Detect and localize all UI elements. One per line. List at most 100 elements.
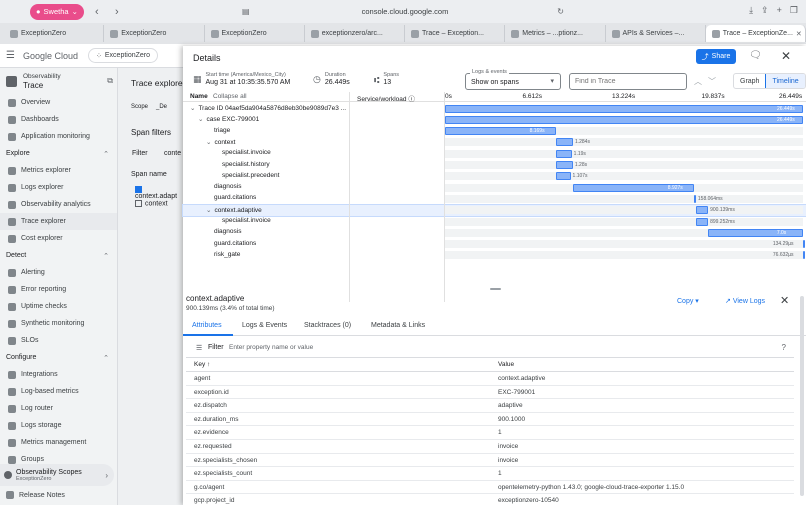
sidebar-item[interactable]: Cost explorer xyxy=(0,230,117,247)
browser-tab[interactable]: Trace – ExceptionZe... ✕ xyxy=(705,25,806,42)
span-bar[interactable] xyxy=(445,115,803,124)
bg-filter-value[interactable]: conte xyxy=(164,150,181,157)
span-row[interactable]: guard.citations 134.29µs xyxy=(183,239,806,250)
sidebar-item[interactable]: Logs explorer xyxy=(0,179,117,196)
share-button[interactable]: ⤴ Share xyxy=(696,49,736,64)
span-bar[interactable] xyxy=(555,172,571,181)
forward-button[interactable]: › xyxy=(110,6,124,18)
sidebar-item[interactable]: Observability analytics xyxy=(0,196,117,213)
timeline-view-button[interactable]: Timeline xyxy=(765,74,805,88)
table-row[interactable]: gcp.project_id exceptionzero-10540 xyxy=(186,494,794,505)
sidebar-item[interactable]: Logs storage xyxy=(0,417,117,434)
span-bar[interactable] xyxy=(695,217,709,226)
browser-tab[interactable]: exceptionzero/arc... xyxy=(305,25,405,42)
span-row[interactable]: diagnosis 8.927s xyxy=(183,182,806,193)
table-row[interactable]: ez.dispatch adaptive xyxy=(186,399,794,413)
span-bar[interactable] xyxy=(555,149,572,158)
address-bar[interactable]: ▤ console.cloud.google.com ↻ xyxy=(240,4,570,19)
span-bar[interactable] xyxy=(445,104,803,113)
column-divider[interactable] xyxy=(349,92,350,302)
bg-checkbox-checked[interactable]: context.adapt xyxy=(135,186,183,200)
table-row[interactable]: g.co/agent opentelemetry-python 1.43.0; g… xyxy=(186,481,794,495)
sidebar-item[interactable]: Metrics management xyxy=(0,434,117,451)
download-icon[interactable]: ⤓ xyxy=(749,5,753,16)
sidebar-item[interactable]: Integrations xyxy=(0,366,117,383)
release-notes-link[interactable]: Release Notes xyxy=(6,491,65,499)
sidebar-item[interactable]: Uptime checks xyxy=(0,298,117,315)
table-row[interactable]: exception.id EXC-799001 xyxy=(186,386,794,400)
span-bar[interactable] xyxy=(695,206,709,215)
sidebar-item[interactable]: Application monitoring xyxy=(0,128,117,145)
tab-overview-icon[interactable]: ❐ xyxy=(790,5,798,16)
graph-view-button[interactable]: Graph xyxy=(734,74,765,88)
feedback-icon[interactable]: 🗨 xyxy=(749,50,762,61)
table-row[interactable]: agent context.adaptive xyxy=(186,372,794,386)
project-picker[interactable]: ⁘ ExceptionZero xyxy=(88,48,159,63)
find-in-trace[interactable] xyxy=(569,73,687,90)
span-bar[interactable] xyxy=(802,251,805,260)
sidebar-item[interactable]: SLOs xyxy=(0,332,117,349)
span-row[interactable]: ⌄ context 1.284s xyxy=(183,137,806,148)
expand-toggle-icon[interactable]: ⌄ xyxy=(206,139,211,146)
copy-button[interactable]: Copy ▾ xyxy=(677,297,699,305)
back-button[interactable]: ‹ xyxy=(90,6,104,18)
observability-scopes[interactable]: Observability Scopes ExceptionZero › xyxy=(0,464,114,486)
span-row[interactable]: specialist.precedent 1.107s xyxy=(183,171,806,182)
browser-tab[interactable]: Metrics – ...ptionz... xyxy=(505,25,606,42)
browser-tab[interactable]: Trace – Exception... xyxy=(405,25,506,42)
table-row[interactable]: ez.specialists_count 1 xyxy=(186,467,794,481)
table-row[interactable]: ez.specialists_chosen invoice xyxy=(186,454,794,468)
table-row[interactable]: ez.duration_ms 900.1000 xyxy=(186,413,794,427)
span-row[interactable]: ⌄ context.adaptive 900.139ms xyxy=(182,203,806,218)
bg-scope-value[interactable]: _De xyxy=(156,104,167,110)
sidebar-item[interactable]: Trace explorer xyxy=(0,213,117,230)
menu-icon[interactable]: ☰ xyxy=(6,50,15,61)
view-logs-link[interactable]: ↗ View Logs xyxy=(725,297,765,305)
sidebar-section[interactable]: Detect ⌃ xyxy=(0,247,117,264)
browser-tab[interactable]: ExceptionZero xyxy=(205,25,305,42)
tab-logs-events[interactable]: Logs & Events xyxy=(242,322,287,329)
attribute-filter[interactable]: ☰ Filter Enter property name or value ? xyxy=(186,339,794,358)
bg-checkbox-unchecked[interactable]: context xyxy=(135,200,168,207)
reload-icon[interactable]: ↻ xyxy=(557,7,564,16)
span-row[interactable]: specialist.invoice 899.252ms xyxy=(183,216,806,227)
span-bar[interactable] xyxy=(555,138,573,147)
profile-button[interactable]: ● Swetha ⌄ xyxy=(30,3,84,20)
sidebar-item[interactable]: Log router xyxy=(0,400,117,417)
span-row[interactable]: specialist.invoice 1.19s xyxy=(183,148,806,159)
span-bar[interactable] xyxy=(555,161,573,169)
close-span-details-icon[interactable]: ✕ xyxy=(780,294,789,307)
span-row[interactable]: ⌄ case EXC-799001 26.449s xyxy=(183,114,806,125)
close-tab-icon[interactable]: ✕ xyxy=(796,30,802,38)
sidebar-item[interactable]: Overview xyxy=(0,94,117,111)
sidebar-item[interactable]: Dashboards xyxy=(0,111,117,128)
sidebar-section[interactable]: Explore ⌃ xyxy=(0,145,117,162)
sidebar-item[interactable]: Synthetic monitoring xyxy=(0,315,117,332)
span-bar[interactable] xyxy=(802,240,805,249)
tab-attributes[interactable]: Attributes xyxy=(192,322,222,329)
expand-toggle-icon[interactable]: ⌄ xyxy=(198,116,203,123)
expand-toggle-icon[interactable]: ⌄ xyxy=(190,105,195,112)
share-icon[interactable]: ⇪ xyxy=(761,5,769,16)
google-cloud-logo[interactable]: Google Cloud xyxy=(23,51,78,61)
filter-placeholder[interactable]: Enter property name or value xyxy=(229,344,313,351)
tab-stacktraces[interactable]: Stacktraces (0) xyxy=(304,322,351,329)
browser-tab[interactable]: ExceptionZero xyxy=(4,25,105,42)
browser-tab[interactable]: APIs & Services –... xyxy=(606,25,706,42)
span-row[interactable]: triage 8.169s xyxy=(183,126,806,137)
scrollbar[interactable] xyxy=(800,296,804,496)
find-in-trace-input[interactable] xyxy=(570,74,680,89)
span-row[interactable]: specialist.history 1.28s xyxy=(183,160,806,171)
sidebar-item[interactable]: Alerting xyxy=(0,264,117,281)
logs-events-select[interactable]: Logs & events Show on spans ▾ xyxy=(465,69,561,90)
table-row[interactable]: ez.requested invoice xyxy=(186,440,794,454)
span-row[interactable]: guard.citations 158.064ms xyxy=(183,193,806,204)
span-row[interactable]: risk_gate 76.632µs xyxy=(183,250,806,261)
page-settings-icon[interactable]: ▤ xyxy=(242,7,250,16)
tab-metadata-links[interactable]: Metadata & Links xyxy=(371,322,425,329)
span-bar[interactable] xyxy=(693,194,696,203)
prev-next-match[interactable]: ︿﹀ xyxy=(694,76,722,87)
sidebar-item[interactable]: Error reporting xyxy=(0,281,117,298)
span-row[interactable]: ⌄ Trace ID 04aef5da904a5876d8eb30be9089d7… xyxy=(183,103,806,114)
help-icon[interactable]: ? xyxy=(782,343,786,352)
